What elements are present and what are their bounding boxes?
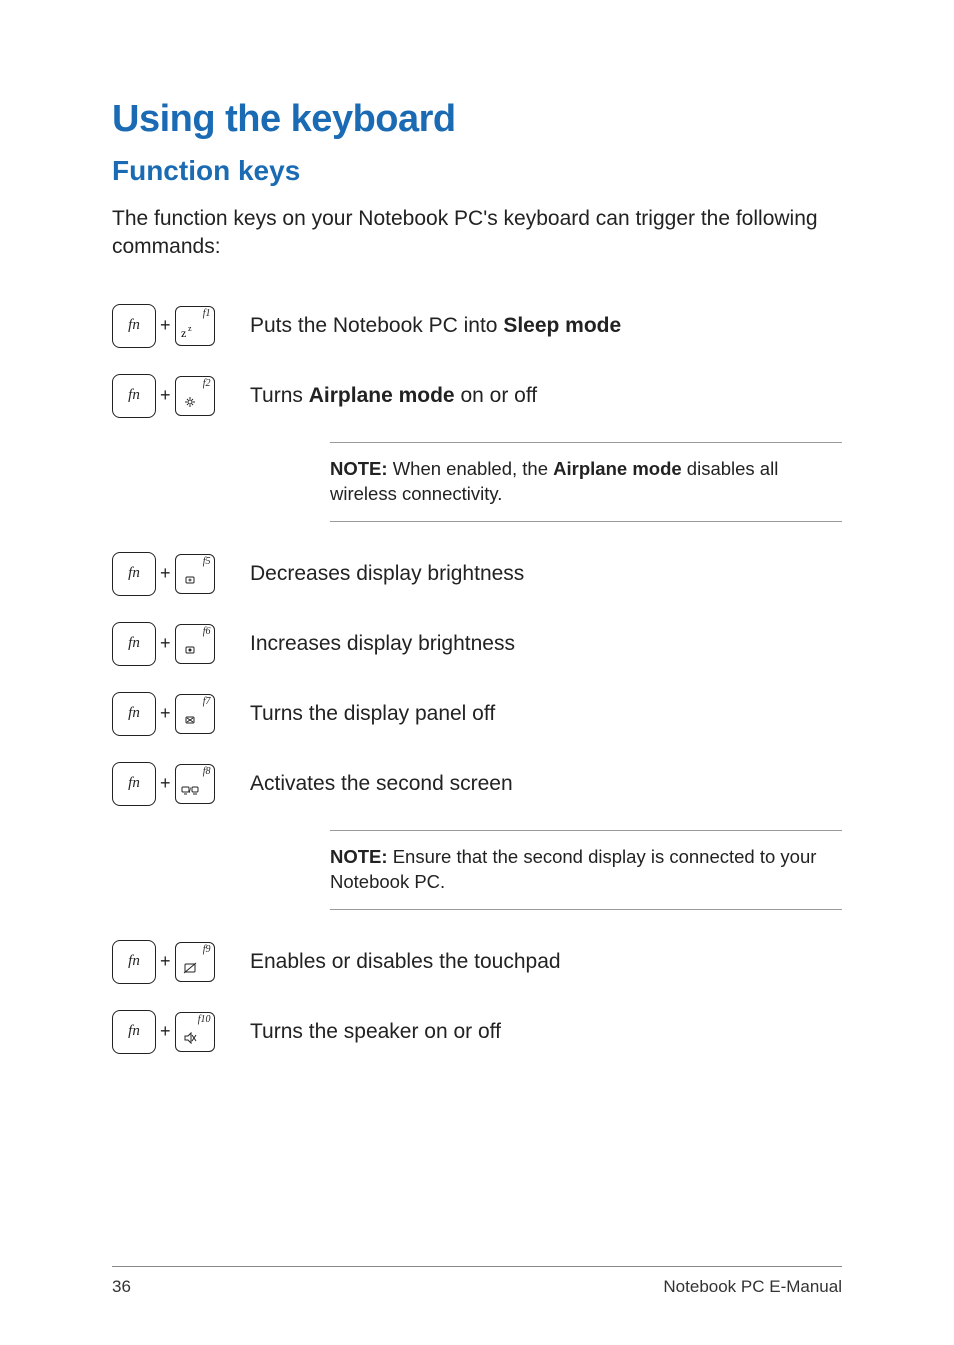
f6-key-icon: f6 bbox=[175, 624, 215, 664]
divider bbox=[330, 521, 842, 522]
key-combo: fn + f9 bbox=[112, 938, 250, 984]
brightness-down-icon bbox=[180, 570, 200, 590]
shortcut-row-f7: fn + f7 Turns the display panel off bbox=[112, 690, 842, 736]
fn-key-icon: fn bbox=[112, 304, 156, 348]
f-label: f8 bbox=[203, 766, 211, 777]
fn-key-icon: fn bbox=[112, 1010, 156, 1054]
display-off-icon bbox=[180, 710, 200, 730]
section-title: Function keys bbox=[112, 155, 842, 187]
f2-key-icon: f2 bbox=[175, 376, 215, 416]
shortcut-row-f5: fn + f5 Decreases display brightness bbox=[112, 550, 842, 596]
shortcut-description: Puts the Notebook PC into Sleep mode bbox=[250, 302, 842, 339]
shortcut-row-f10: fn + f10 Turns the speaker on or off bbox=[112, 1008, 842, 1054]
key-combo: fn + f8 / bbox=[112, 760, 250, 806]
f-label: f7 bbox=[203, 696, 211, 707]
note-airplane-mode: NOTE: When enabled, the Airplane mode di… bbox=[330, 442, 842, 522]
fn-key-icon: fn bbox=[112, 374, 156, 418]
f-label: f9 bbox=[203, 944, 211, 955]
f7-key-icon: f7 bbox=[175, 694, 215, 734]
shortcut-description: Turns Airplane mode on or off bbox=[250, 372, 842, 409]
key-combo: fn + f7 bbox=[112, 690, 250, 736]
note-second-display: NOTE: Ensure that the second display is … bbox=[330, 830, 842, 910]
key-combo: fn + f6 bbox=[112, 620, 250, 666]
note-text: NOTE: Ensure that the second display is … bbox=[330, 831, 842, 909]
plus-sign: + bbox=[160, 773, 171, 794]
airplane-mode-icon bbox=[180, 392, 200, 412]
f-label: f5 bbox=[203, 556, 211, 567]
shortcut-row-f8: fn + f8 / Activates the second screen bbox=[112, 760, 842, 806]
shortcut-row-f6: fn + f6 Increases display brightness bbox=[112, 620, 842, 666]
shortcut-description: Turns the speaker on or off bbox=[250, 1008, 842, 1045]
plus-sign: + bbox=[160, 563, 171, 584]
f-label: f1 bbox=[203, 308, 211, 319]
sleep-icon: zz bbox=[180, 322, 200, 342]
second-screen-icon: / bbox=[180, 780, 200, 800]
shortcut-row-f1: fn + f1 zz Puts the Notebook PC into Sle… bbox=[112, 302, 842, 348]
f10-key-icon: f10 bbox=[175, 1012, 215, 1052]
f-label: f10 bbox=[198, 1014, 211, 1025]
key-combo: fn + f5 bbox=[112, 550, 250, 596]
plus-sign: + bbox=[160, 703, 171, 724]
svg-text:/: / bbox=[189, 788, 191, 795]
f5-key-icon: f5 bbox=[175, 554, 215, 594]
f-label: f6 bbox=[203, 626, 211, 637]
divider bbox=[330, 909, 842, 910]
shortcut-description: Enables or disables the touchpad bbox=[250, 938, 842, 975]
shortcut-description: Decreases display brightness bbox=[250, 550, 842, 587]
page-title: Using the keyboard bbox=[112, 98, 842, 141]
plus-sign: + bbox=[160, 385, 171, 406]
f1-key-icon: f1 zz bbox=[175, 306, 215, 346]
shortcut-description: Increases display brightness bbox=[250, 620, 842, 657]
plus-sign: + bbox=[160, 1021, 171, 1042]
page-number: 36 bbox=[112, 1277, 131, 1297]
intro-text: The function keys on your Notebook PC's … bbox=[112, 205, 842, 262]
plus-sign: + bbox=[160, 315, 171, 336]
fn-key-icon: fn bbox=[112, 552, 156, 596]
speaker-mute-icon bbox=[180, 1028, 200, 1048]
brightness-up-icon bbox=[180, 640, 200, 660]
plus-sign: + bbox=[160, 633, 171, 654]
shortcut-row-f9: fn + f9 Enables or disables the touchpad bbox=[112, 938, 842, 984]
shortcut-description: Activates the second screen bbox=[250, 760, 842, 797]
manual-title: Notebook PC E-Manual bbox=[663, 1277, 842, 1297]
svg-text:z: z bbox=[181, 326, 186, 340]
svg-text:z: z bbox=[188, 324, 192, 333]
fn-key-icon: fn bbox=[112, 622, 156, 666]
page-footer: 36 Notebook PC E-Manual bbox=[112, 1266, 842, 1297]
f8-key-icon: f8 / bbox=[175, 764, 215, 804]
note-text: NOTE: When enabled, the Airplane mode di… bbox=[330, 443, 842, 521]
f9-key-icon: f9 bbox=[175, 942, 215, 982]
key-combo: fn + f1 zz bbox=[112, 302, 250, 348]
key-combo: fn + f2 bbox=[112, 372, 250, 418]
fn-key-icon: fn bbox=[112, 762, 156, 806]
f-label: f2 bbox=[203, 378, 211, 389]
plus-sign: + bbox=[160, 951, 171, 972]
key-combo: fn + f10 bbox=[112, 1008, 250, 1054]
shortcut-row-f2: fn + f2 Turns Airplane mode on or off bbox=[112, 372, 842, 418]
shortcut-description: Turns the display panel off bbox=[250, 690, 842, 727]
fn-key-icon: fn bbox=[112, 940, 156, 984]
manual-page: Using the keyboard Function keys The fun… bbox=[0, 0, 954, 1345]
touchpad-toggle-icon bbox=[180, 958, 200, 978]
fn-key-icon: fn bbox=[112, 692, 156, 736]
